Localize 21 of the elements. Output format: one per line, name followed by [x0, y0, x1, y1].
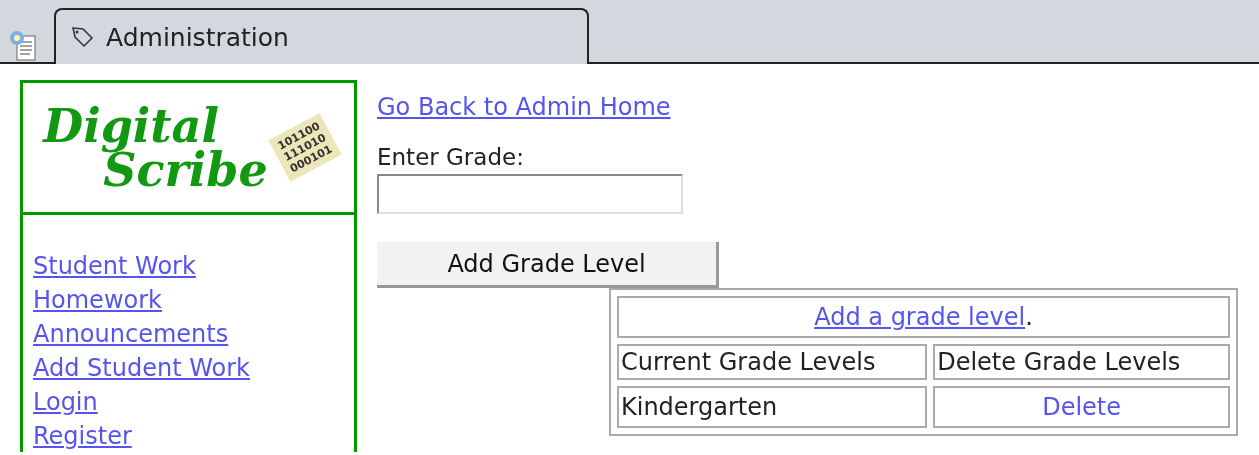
- tab[interactable]: Administration: [54, 8, 589, 64]
- nav-link[interactable]: Register: [33, 422, 132, 450]
- nav-link[interactable]: Homework: [33, 286, 162, 314]
- column-header: Current Grade Levels: [617, 344, 928, 380]
- field-label: Enter Grade:: [377, 144, 525, 170]
- logo-text: Digital Scribe: [43, 103, 268, 192]
- column-header: Delete Grade Levels: [933, 344, 1230, 380]
- add-grade-button[interactable]: Add Grade Level: [377, 242, 719, 288]
- grade-input[interactable]: [377, 174, 683, 214]
- nav-link[interactable]: Student Work: [33, 252, 196, 280]
- delete-link[interactable]: Delete: [1042, 393, 1121, 421]
- nav-link[interactable]: Add Student Work: [33, 354, 250, 382]
- back-link[interactable]: Go Back to Admin Home: [377, 93, 671, 121]
- add-grade-link[interactable]: Add a grade level: [814, 303, 1026, 331]
- tab-label: Administration: [106, 22, 289, 52]
- table-cell: Kindergarten: [617, 386, 928, 428]
- document-icon[interactable]: [8, 30, 38, 62]
- nav-link[interactable]: Announcements: [33, 320, 229, 348]
- caption-text: Add a grade level.: [814, 303, 1033, 331]
- nav-link[interactable]: Login: [33, 388, 98, 416]
- tag-icon: [70, 25, 94, 49]
